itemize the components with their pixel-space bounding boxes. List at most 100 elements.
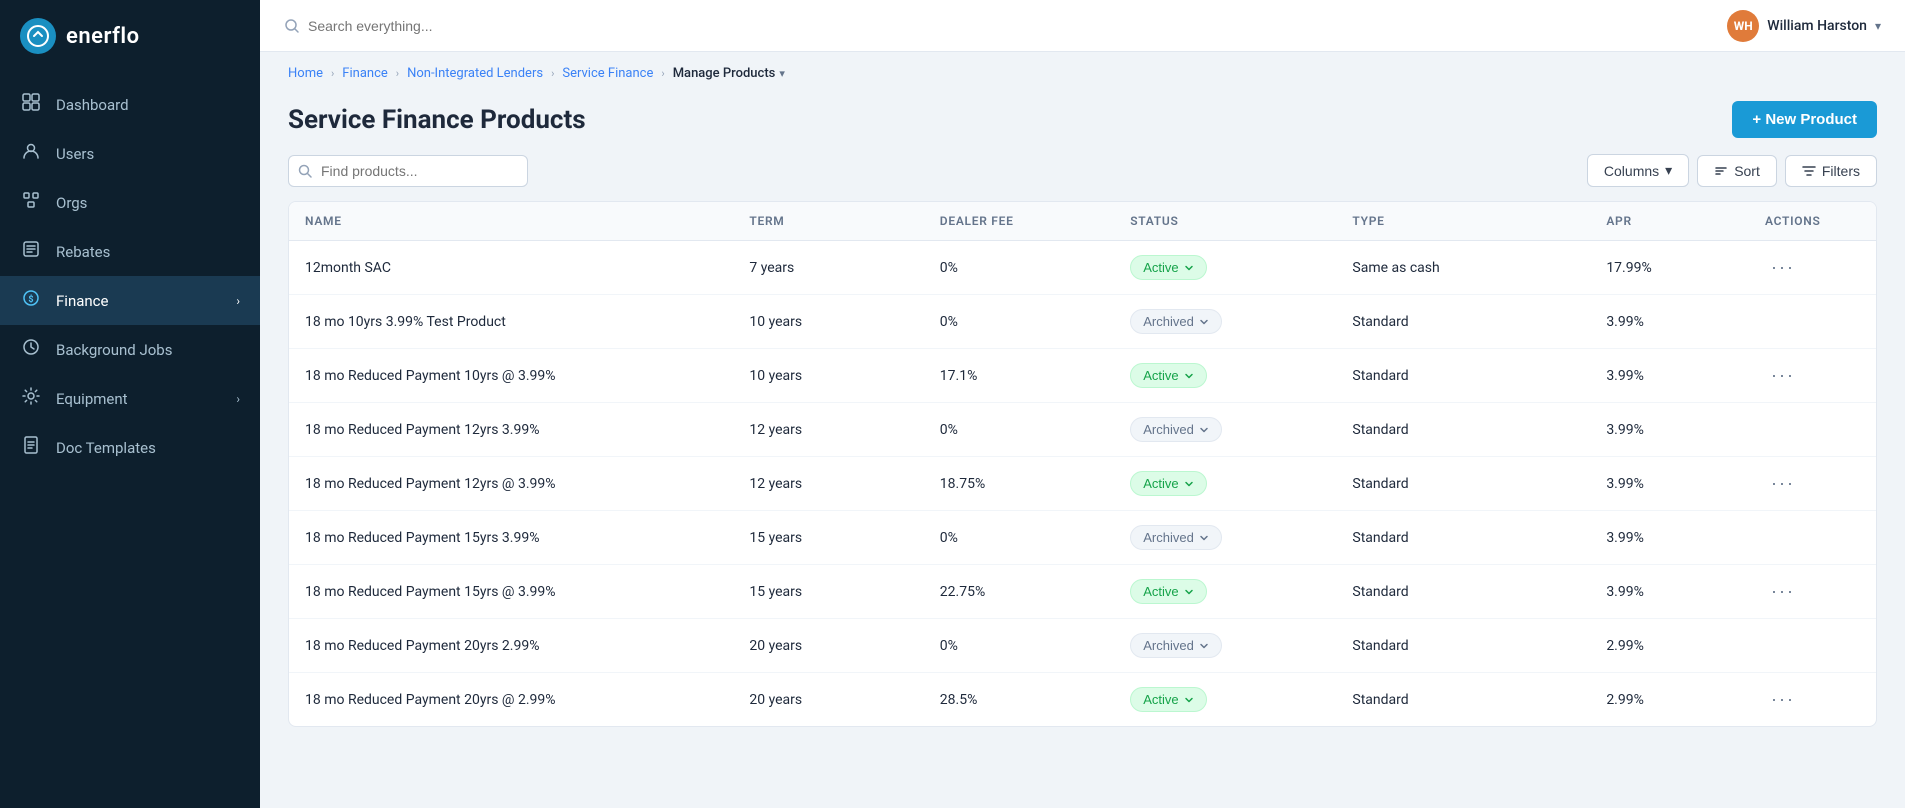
columns-chevron-icon: ▾ [1665,162,1672,179]
sidebar-item-rebates-label: Rebates [56,243,110,261]
status-badge-6[interactable]: Active [1130,579,1206,604]
cell-actions-1 [1749,295,1876,349]
cell-status-2: Active [1114,349,1336,403]
breadcrumb-manage-products[interactable]: Manage Products ▾ [673,66,785,81]
breadcrumb-sep-1: › [331,67,334,80]
cell-term-6: 15 years [733,565,923,619]
finance-chevron-icon: › [236,294,240,308]
cell-name-6: 18 mo Reduced Payment 15yrs @ 3.99% [289,565,733,619]
sort-button[interactable]: Sort [1697,155,1777,187]
col-header-term: TERM [733,202,923,241]
cell-name-5: 18 mo Reduced Payment 15yrs 3.99% [289,511,733,565]
row-actions-button-0[interactable]: ··· [1765,255,1801,280]
cell-apr-7: 2.99% [1590,619,1749,673]
logo-area[interactable]: enerflo [0,0,260,72]
col-header-dealer-fee: DEALER FEE [924,202,1114,241]
sidebar-item-doc-templates[interactable]: Doc Templates [0,423,260,472]
main-area: WH William Harston ▾ Home › Finance › No… [260,0,1905,808]
cell-term-4: 12 years [733,457,923,511]
equipment-icon [20,387,42,410]
cell-status-4: Active [1114,457,1336,511]
status-badge-3[interactable]: Archived [1130,417,1222,442]
breadcrumb-service-finance[interactable]: Service Finance [562,66,653,81]
row-actions-button-4[interactable]: ··· [1765,471,1801,496]
cell-apr-1: 3.99% [1590,295,1749,349]
find-search-icon [298,164,312,178]
toolbar: Columns ▾ Sort Filters [260,154,1905,201]
sidebar-item-dashboard[interactable]: Dashboard [0,80,260,129]
cell-status-5: Archived [1114,511,1336,565]
products-table-wrapper: NAME TERM DEALER FEE STATUS TYPE APR ACT… [288,201,1877,727]
status-badge-2[interactable]: Active [1130,363,1206,388]
breadcrumb-home[interactable]: Home [288,66,323,81]
row-actions-button-2[interactable]: ··· [1765,363,1801,388]
cell-dealer-fee-1: 0% [924,295,1114,349]
cell-status-1: Archived [1114,295,1336,349]
cell-type-4: Standard [1336,457,1590,511]
page-content: Home › Finance › Non-Integrated Lenders … [260,52,1905,808]
logo-icon [20,18,56,54]
cell-status-7: Archived [1114,619,1336,673]
cell-term-1: 10 years [733,295,923,349]
logo-text: enerflo [66,24,140,49]
cell-name-8: 18 mo Reduced Payment 20yrs @ 2.99% [289,673,733,727]
cell-actions-2: ··· [1749,349,1876,403]
cell-actions-0: ··· [1749,241,1876,295]
col-header-name: NAME [289,202,733,241]
cell-actions-5 [1749,511,1876,565]
user-avatar: WH [1727,10,1759,42]
breadcrumb-non-integrated[interactable]: Non-Integrated Lenders [407,66,543,81]
filters-button[interactable]: Filters [1785,155,1877,187]
cell-name-3: 18 mo Reduced Payment 12yrs 3.99% [289,403,733,457]
status-dropdown-icon-8 [1184,695,1194,705]
cell-apr-5: 3.99% [1590,511,1749,565]
status-dropdown-icon-1 [1199,317,1209,327]
background-jobs-icon [20,338,42,361]
cell-status-3: Archived [1114,403,1336,457]
breadcrumb-finance[interactable]: Finance [342,66,387,81]
user-menu[interactable]: WH William Harston ▾ [1727,10,1881,42]
filters-label: Filters [1822,163,1860,179]
status-badge-5[interactable]: Archived [1130,525,1222,550]
find-products-input[interactable] [288,155,528,187]
status-badge-8[interactable]: Active [1130,687,1206,712]
status-dropdown-icon-2 [1184,371,1194,381]
cell-dealer-fee-0: 0% [924,241,1114,295]
cell-name-0: 12month SAC [289,241,733,295]
sidebar-item-equipment[interactable]: Equipment › [0,374,260,423]
table-row: 18 mo Reduced Payment 12yrs @ 3.99% 12 y… [289,457,1876,511]
toolbar-right: Columns ▾ Sort Filters [1587,154,1877,187]
breadcrumb-sep-2: › [396,67,399,80]
sort-icon [1714,164,1728,178]
cell-term-5: 15 years [733,511,923,565]
cell-dealer-fee-5: 0% [924,511,1114,565]
new-product-button[interactable]: + New Product [1732,101,1877,138]
status-badge-1[interactable]: Archived [1130,309,1222,334]
cell-type-1: Standard [1336,295,1590,349]
cell-status-0: Active [1114,241,1336,295]
status-badge-0[interactable]: Active [1130,255,1206,280]
sidebar-item-orgs-label: Orgs [56,194,87,212]
breadcrumb-sep-3: › [551,67,554,80]
sidebar-item-doc-templates-label: Doc Templates [56,439,156,457]
status-badge-7[interactable]: Archived [1130,633,1222,658]
status-dropdown-icon-4 [1184,479,1194,489]
status-badge-4[interactable]: Active [1130,471,1206,496]
row-actions-button-8[interactable]: ··· [1765,687,1801,712]
cell-dealer-fee-3: 0% [924,403,1114,457]
cell-apr-6: 3.99% [1590,565,1749,619]
sidebar-item-finance[interactable]: $ Finance › [0,276,260,325]
sidebar-item-finance-label: Finance [56,292,108,310]
sidebar-item-users[interactable]: Users [0,129,260,178]
sidebar: enerflo Dashboard Users Orgs Rebates [0,0,260,808]
breadcrumb-dropdown-icon: ▾ [779,67,785,80]
global-search-input[interactable] [308,18,608,34]
columns-button[interactable]: Columns ▾ [1587,154,1689,187]
sidebar-item-background-jobs[interactable]: Background Jobs [0,325,260,374]
sidebar-item-rebates[interactable]: Rebates [0,227,260,276]
row-actions-button-6[interactable]: ··· [1765,579,1801,604]
cell-type-2: Standard [1336,349,1590,403]
status-dropdown-icon-5 [1199,533,1209,543]
sidebar-item-orgs[interactable]: Orgs [0,178,260,227]
status-dropdown-icon-0 [1184,263,1194,273]
